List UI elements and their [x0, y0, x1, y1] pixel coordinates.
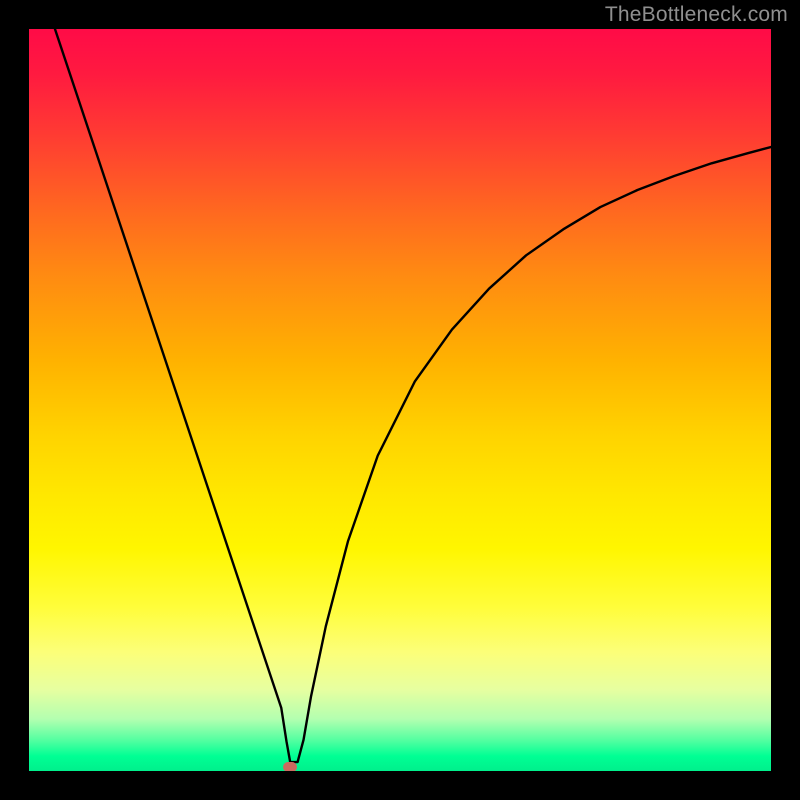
plot-area: [29, 29, 771, 771]
optimal-marker: [283, 762, 297, 771]
watermark-text: TheBottleneck.com: [605, 3, 788, 27]
chart-frame: TheBottleneck.com: [0, 0, 800, 800]
bottleneck-curve: [29, 29, 771, 771]
